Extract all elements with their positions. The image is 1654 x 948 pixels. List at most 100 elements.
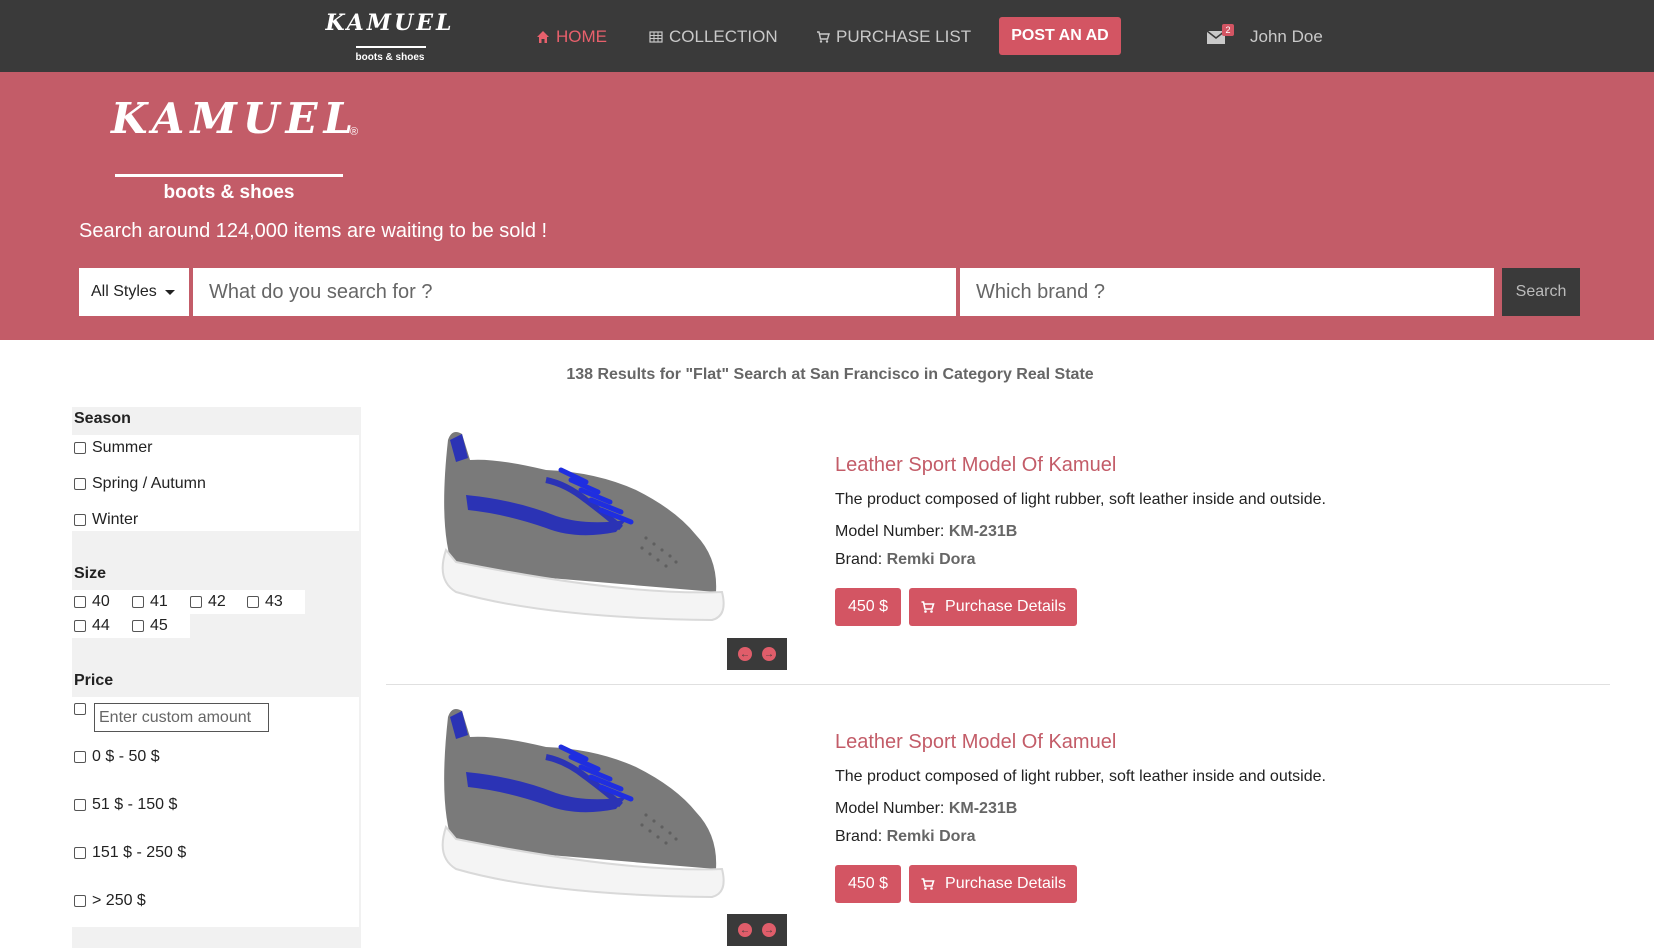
checkbox[interactable] xyxy=(190,596,202,608)
checkbox[interactable] xyxy=(132,620,144,632)
checkbox[interactable] xyxy=(74,620,86,632)
nav-logo-underline xyxy=(356,46,426,48)
purchase-details-button[interactable]: Purchase Details xyxy=(909,865,1077,903)
product-title[interactable]: Leather Sport Model Of Kamuel xyxy=(835,454,1116,477)
checkbox-label: 151 $ - 250 $ xyxy=(92,844,187,861)
nav-logo[interactable]: KAMUEL boots & shoes xyxy=(320,8,460,66)
image-carousel-controls: ← → xyxy=(727,638,787,670)
checkbox[interactable] xyxy=(74,596,86,608)
style-dropdown-value: All Styles xyxy=(91,283,157,300)
image-carousel-controls: ← → xyxy=(727,914,787,946)
checkbox[interactable] xyxy=(74,895,86,907)
checkbox-label: 42 xyxy=(208,593,226,610)
checkbox-label: 0 $ - 50 $ xyxy=(92,748,160,765)
product-image[interactable] xyxy=(426,697,756,907)
product-title[interactable]: Leather Sport Model Of Kamuel xyxy=(835,731,1116,754)
size-45-checkbox[interactable]: 45 xyxy=(132,617,168,635)
checkbox-label: 44 xyxy=(92,617,110,634)
carousel-prev-icon[interactable]: ← xyxy=(738,647,752,661)
price-over-250-checkbox[interactable]: > 250 $ xyxy=(74,892,146,910)
product-card: ← → Leather Sport Model Of Kamuel The pr… xyxy=(386,687,1610,948)
season-winter-checkbox[interactable]: Winter xyxy=(74,511,138,529)
price-151-250-checkbox[interactable]: 151 $ - 250 $ xyxy=(74,844,186,862)
checkbox[interactable] xyxy=(74,751,86,763)
nav-home-label: HOME xyxy=(556,27,607,46)
nav-logo-wordmark: KAMUEL xyxy=(325,10,455,36)
mail-count-badge: 2 xyxy=(1222,24,1234,36)
carousel-next-icon[interactable]: → xyxy=(762,923,776,937)
results-summary: 138 Results for "Flat" Search at San Fra… xyxy=(566,366,1094,383)
post-ad-button[interactable]: POST AN AD xyxy=(999,17,1121,55)
model-number-value: KM-231B xyxy=(948,523,1018,540)
checkbox[interactable] xyxy=(74,847,86,859)
checkbox-label: 45 xyxy=(150,617,168,634)
caret-down-icon xyxy=(164,289,175,295)
product-brand: Brand: Remki Dora xyxy=(835,551,976,569)
checkbox[interactable] xyxy=(74,799,86,811)
brand-value: Remki Dora xyxy=(886,551,976,568)
checkbox-label: 41 xyxy=(150,593,168,610)
checkbox[interactable] xyxy=(74,514,86,526)
checkbox-label: Spring / Autumn xyxy=(92,475,206,492)
hero-logo-wordmark: KAMUEL xyxy=(110,94,360,143)
hero-logo-underline xyxy=(115,174,343,177)
carousel-next-icon[interactable]: → xyxy=(762,647,776,661)
checkbox[interactable] xyxy=(132,596,144,608)
cart-icon xyxy=(921,601,935,613)
season-filter-box: Summer Spring / Autumn Winter xyxy=(72,435,359,531)
user-menu[interactable]: John Doe xyxy=(1250,27,1323,47)
nav-home-link[interactable]: HOME xyxy=(536,26,607,48)
carousel-prev-icon[interactable]: ← xyxy=(738,923,752,937)
model-number-value: KM-231B xyxy=(948,800,1018,817)
nav-collection-link[interactable]: COLLECTION xyxy=(649,26,778,48)
cart-icon xyxy=(817,31,830,43)
hero-search-section: KAMUEL ® boots & shoes Search around 124… xyxy=(0,72,1654,340)
season-filter-title: Season xyxy=(74,410,131,427)
season-spring-autumn-checkbox[interactable]: Spring / Autumn xyxy=(74,475,206,493)
custom-amount-checkbox[interactable] xyxy=(74,703,86,715)
nav-purchase-list-label: PURCHASE LIST xyxy=(836,27,972,46)
cart-icon xyxy=(921,878,935,890)
size-filter-title: Size xyxy=(74,565,107,582)
nav-collection-label: COLLECTION xyxy=(669,27,778,46)
custom-amount-input[interactable] xyxy=(94,703,269,732)
top-navbar: KAMUEL boots & shoes HOME COLLECTION PUR… xyxy=(0,0,1654,72)
price-51-150-checkbox[interactable]: 51 $ - 150 $ xyxy=(74,796,177,814)
product-card: ← → Leather Sport Model Of Kamuel The pr… xyxy=(386,410,1610,686)
size-42-checkbox[interactable]: 42 xyxy=(190,593,226,611)
price-button[interactable]: 450 $ xyxy=(835,865,901,903)
checkbox-label: Winter xyxy=(92,511,139,528)
brand-value: Remki Dora xyxy=(886,828,976,845)
product-description: The product composed of light rubber, so… xyxy=(835,768,1326,785)
style-dropdown[interactable]: All Styles xyxy=(79,268,189,316)
hero-logo-tagline: boots & shoes xyxy=(163,182,295,203)
checkbox-label: Summer xyxy=(92,439,153,456)
brand-label: Brand: xyxy=(835,828,883,845)
home-icon xyxy=(537,31,549,43)
purchase-details-button[interactable]: Purchase Details xyxy=(909,588,1077,626)
brand-input[interactable] xyxy=(960,268,1494,316)
purchase-details-label: Purchase Details xyxy=(945,598,1066,615)
checkbox-label: > 250 $ xyxy=(92,892,146,909)
checkbox[interactable] xyxy=(74,442,86,454)
checkbox[interactable] xyxy=(74,478,86,490)
price-0-50-checkbox[interactable]: 0 $ - 50 $ xyxy=(74,748,160,766)
product-image[interactable] xyxy=(426,420,756,630)
season-summer-checkbox[interactable]: Summer xyxy=(74,439,152,457)
brand-label: Brand: xyxy=(835,551,883,568)
size-41-checkbox[interactable]: 41 xyxy=(132,593,168,611)
product-description: The product composed of light rubber, so… xyxy=(835,491,1326,508)
size-44-checkbox[interactable]: 44 xyxy=(74,617,110,635)
price-button[interactable]: 450 $ xyxy=(835,588,901,626)
model-number-label: Model Number: xyxy=(835,523,945,540)
nav-purchase-list-link[interactable]: PURCHASE LIST xyxy=(816,26,971,48)
checkbox[interactable] xyxy=(247,596,259,608)
size-43-checkbox[interactable]: 43 xyxy=(247,593,283,611)
size-40-checkbox[interactable]: 40 xyxy=(74,593,110,611)
price-filter-title: Price xyxy=(74,672,114,689)
hero-logo: KAMUEL ® boots & shoes xyxy=(100,88,370,203)
checkbox-label: 40 xyxy=(92,593,110,610)
product-brand: Brand: Remki Dora xyxy=(835,828,976,846)
search-button[interactable]: Search xyxy=(1502,268,1580,316)
search-input[interactable] xyxy=(193,268,956,316)
